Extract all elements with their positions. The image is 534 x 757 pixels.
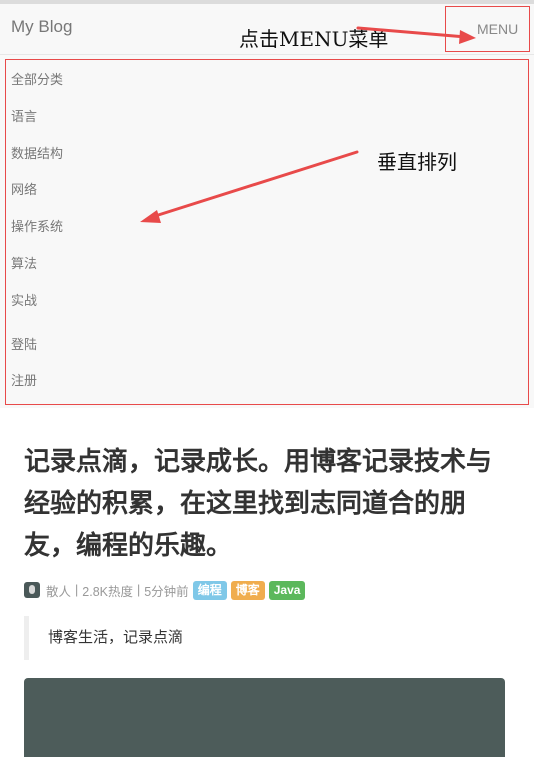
menu-item-languages[interactable]: 语言: [11, 106, 37, 125]
menu-item-register[interactable]: 注册: [11, 370, 37, 389]
annotation-vertical: 垂直排列: [377, 150, 457, 174]
menu-item-data-structures[interactable]: 数据结构: [11, 143, 63, 162]
menu-item-all-categories[interactable]: 全部分类: [11, 69, 63, 88]
menu-button[interactable]: MENU: [445, 6, 530, 52]
menu-item-algorithms[interactable]: 算法: [11, 253, 37, 272]
brand-link[interactable]: My Blog: [11, 17, 72, 37]
post-time: 5分钟前: [144, 584, 189, 599]
tag-java[interactable]: Java: [268, 580, 306, 600]
menu-item-network[interactable]: 网络: [11, 179, 37, 198]
article-meta: 散人 | 2.8K热度 | 5分钟前 编程 博客 Java: [24, 579, 306, 601]
tag-programming[interactable]: 编程: [192, 580, 227, 600]
page: My Blog MENU 点击MENU菜单 全部分类 语言 数据结构 网络 操作…: [0, 0, 534, 757]
meta-separator: |: [75, 583, 79, 597]
tag-blog[interactable]: 博客: [230, 580, 265, 600]
author-avatar[interactable]: [24, 582, 40, 598]
annotation-menu-box: [5, 59, 529, 405]
menu-item-operating-systems[interactable]: 操作系统: [11, 216, 63, 235]
menu-item-practice[interactable]: 实战: [11, 290, 37, 309]
author-name[interactable]: 散人: [46, 581, 71, 600]
meta-separator: |: [136, 583, 141, 597]
article-quote: 博客生活，记录点滴: [24, 616, 510, 660]
article-title[interactable]: 记录点滴，记录成长。用博客记录技术与经验的积累，在这里找到志同道合的朋友，编程的…: [24, 441, 510, 567]
menu-item-login[interactable]: 登陆: [11, 334, 37, 353]
feature-image[interactable]: [24, 678, 505, 757]
annotation-click-menu: 点击MENU菜单: [239, 27, 389, 51]
heat-count: 2.8K热度: [82, 584, 133, 599]
